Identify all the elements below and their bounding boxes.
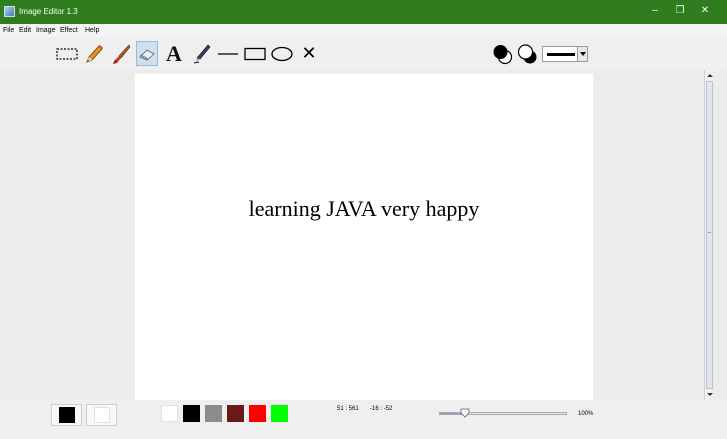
fill-mode-button-2[interactable] — [517, 41, 539, 66]
palette-swatch[interactable] — [249, 405, 266, 422]
eraser-icon — [139, 49, 155, 60]
close-button[interactable]: ✕ — [694, 3, 716, 19]
selection-rect-icon — [56, 47, 78, 60]
palette-swatch[interactable] — [271, 405, 288, 422]
scroll-thumb[interactable] — [706, 81, 713, 389]
text-icon: A — [166, 40, 182, 66]
palette-swatch[interactable] — [205, 405, 222, 422]
foreground-color-button[interactable] — [51, 404, 82, 426]
text-tool-button[interactable]: A — [163, 41, 185, 66]
menu-edit[interactable]: Edit — [19, 24, 31, 37]
pencil-tool-button[interactable] — [83, 41, 105, 66]
scroll-up-icon[interactable] — [706, 72, 713, 79]
brush-tool-button[interactable] — [110, 41, 132, 66]
rectangle-tool-button[interactable] — [244, 41, 266, 66]
line-tool-button[interactable] — [217, 41, 239, 66]
zoom-slider-thumb[interactable] — [460, 408, 470, 418]
clear-tool-button[interactable]: ✕ — [298, 41, 320, 66]
status-bar: 51 : 561 -16 : -52 100% — [0, 400, 727, 439]
select-tool-button[interactable] — [56, 41, 78, 66]
pen-tool-button[interactable] — [190, 41, 212, 66]
palette-swatch[interactable] — [227, 405, 244, 422]
work-area: learning JAVA very happy — [22, 70, 704, 400]
foreground-color-swatch — [58, 407, 75, 423]
vertical-scrollbar[interactable] — [704, 70, 713, 400]
stroke-preview — [547, 53, 575, 56]
zoom-slider-track[interactable] — [439, 412, 567, 415]
line-icon — [218, 52, 238, 55]
menu-effect[interactable]: Effect — [60, 24, 78, 37]
palette-swatch[interactable] — [183, 405, 200, 422]
cursor-position-readout: -16 : -52 — [370, 406, 393, 412]
pencil-icon — [86, 44, 103, 63]
stroke-width-select[interactable] — [542, 46, 588, 62]
outline-fill-icon — [517, 43, 537, 63]
canvas-size-readout: 51 : 561 — [337, 406, 359, 412]
zoom-level: 100% — [578, 411, 594, 417]
eraser-tool-button[interactable] — [136, 41, 158, 66]
ellipse-tool-button[interactable] — [271, 41, 293, 66]
app-icon — [4, 6, 15, 17]
close-x-icon: ✕ — [301, 42, 317, 64]
pen-icon — [193, 44, 211, 63]
maximize-button[interactable]: ❐ — [669, 3, 691, 19]
fill-outline-icon — [493, 44, 513, 64]
rectangle-icon — [244, 47, 266, 60]
menu-file[interactable]: File — [3, 24, 14, 37]
ellipse-icon — [271, 46, 293, 61]
fill-mode-button-1[interactable] — [492, 41, 514, 66]
background-color-swatch — [93, 407, 110, 423]
canvas-text: learning JAVA very happy — [248, 196, 480, 221]
menu-help[interactable]: Help — [85, 24, 99, 37]
title-bar: Image Editor 1.3 – ❐ ✕ — [0, 0, 727, 24]
menu-image[interactable]: Image — [36, 24, 55, 37]
toolbar: A ✕ — [0, 37, 727, 70]
drawing-canvas[interactable]: learning JAVA very happy — [135, 74, 593, 400]
minimize-button[interactable]: – — [644, 3, 666, 19]
window-title: Image Editor 1.3 — [19, 7, 78, 16]
brush-icon — [113, 43, 131, 64]
scroll-down-icon[interactable] — [706, 391, 713, 398]
background-color-button[interactable] — [86, 404, 117, 426]
palette-swatch[interactable] — [161, 405, 178, 422]
chevron-down-icon[interactable] — [577, 47, 587, 61]
menu-bar: File Edit Image Effect Help — [0, 24, 727, 37]
